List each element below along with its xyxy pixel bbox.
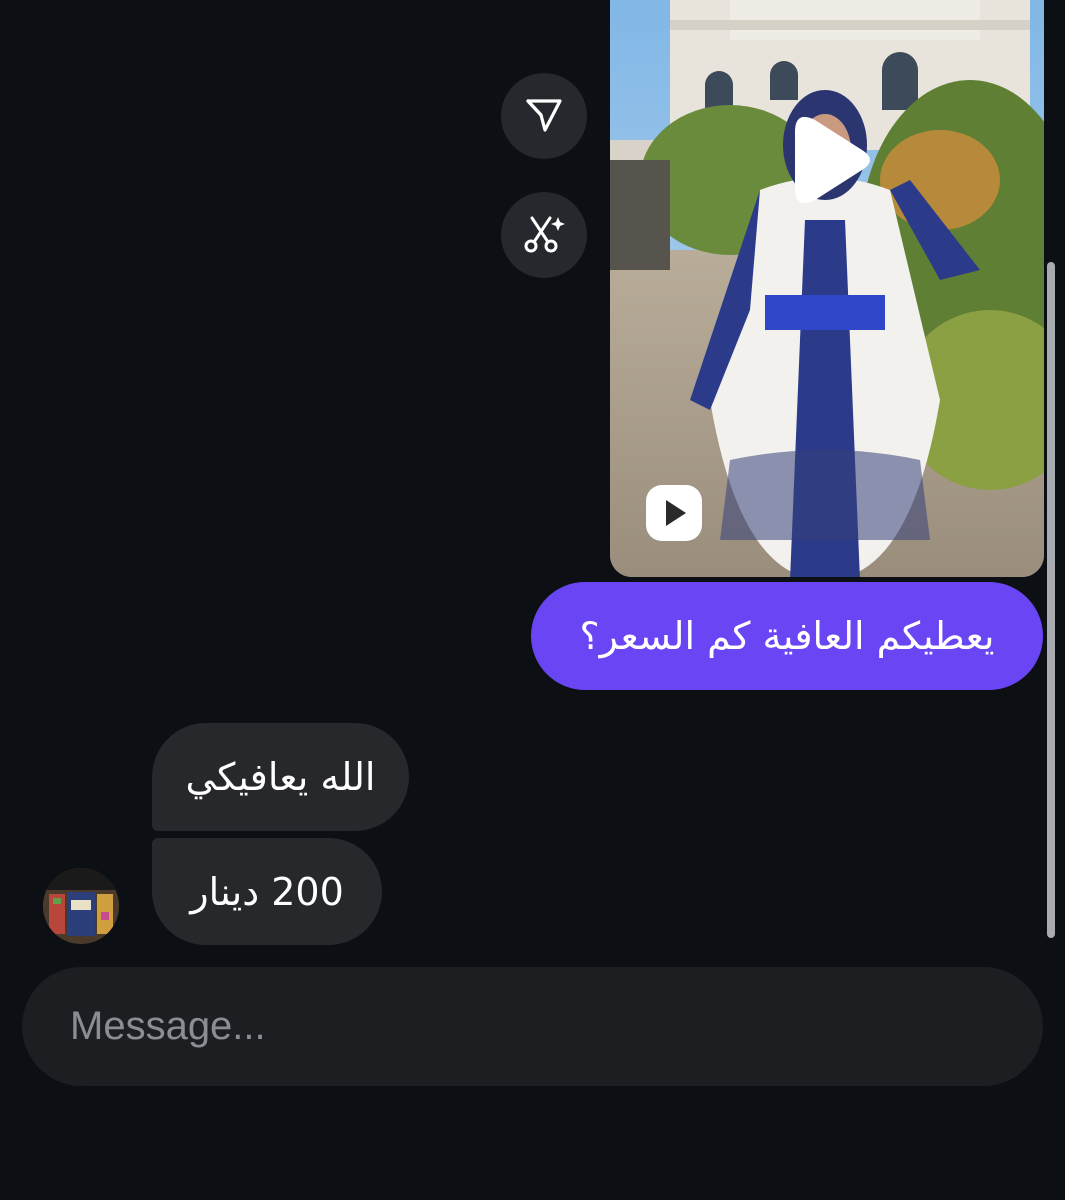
message-composer (22, 967, 1043, 1086)
scrollbar[interactable] (1047, 262, 1055, 938)
message-input[interactable] (68, 1003, 972, 1050)
incoming-message-bubble[interactable]: الله يعافيكي (152, 723, 409, 831)
clip-button[interactable] (501, 192, 587, 278)
avatar[interactable] (43, 868, 119, 944)
message-text: يعطيكم العافية كم السعر؟ (579, 614, 995, 658)
chat-thread: يعطيكم العافية كم السعر؟ الله يعافيكي 20… (0, 0, 1065, 1200)
message-text: 200 دينار (190, 869, 344, 914)
message-text: الله يعافيكي (185, 755, 376, 799)
shared-video-thumbnail[interactable] (610, 0, 1044, 577)
incoming-message-bubble[interactable]: 200 دينار (152, 838, 382, 945)
share-button[interactable] (501, 73, 587, 159)
paper-plane-icon (524, 94, 564, 138)
outgoing-message-bubble[interactable]: يعطيكم العافية كم السعر؟ (531, 582, 1043, 690)
scissors-sparkle-icon (522, 211, 566, 259)
